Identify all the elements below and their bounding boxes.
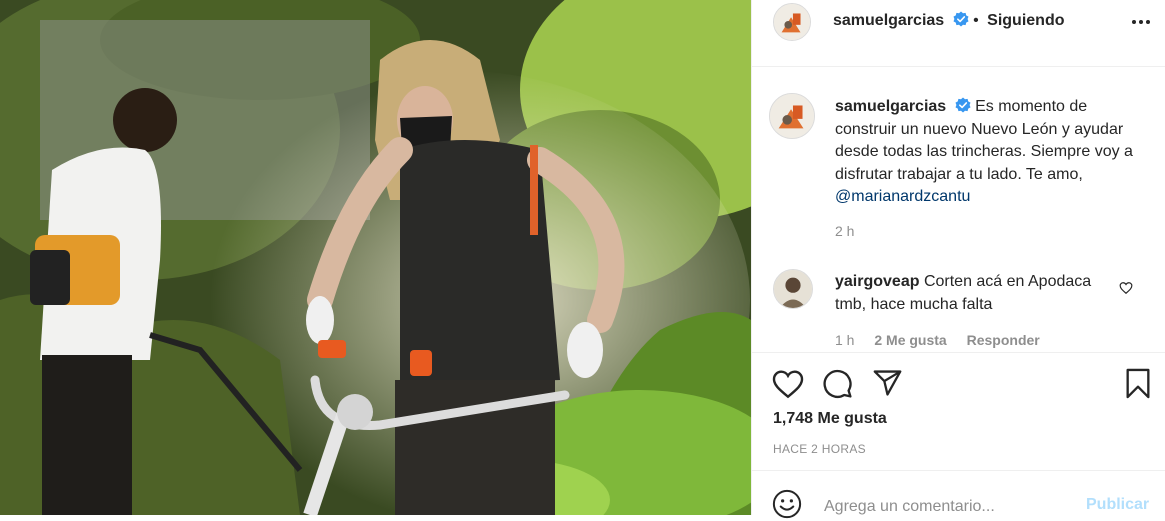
commenter-username-link[interactable]: yairgoveap bbox=[835, 273, 919, 290]
share-icon[interactable] bbox=[872, 369, 903, 397]
comment-heart-icon[interactable] bbox=[1119, 281, 1133, 295]
commenter-avatar[interactable] bbox=[773, 269, 813, 309]
caption-timestamp[interactable]: 2 h bbox=[835, 223, 854, 239]
avatar-image bbox=[774, 4, 810, 40]
following-button[interactable]: Siguiendo bbox=[987, 12, 1064, 29]
photo-scene bbox=[0, 0, 751, 515]
post-timestamp[interactable]: HACE 2 HORAS bbox=[773, 442, 866, 456]
likes-count[interactable]: 1,748 Me gusta bbox=[773, 410, 887, 428]
avatar-image bbox=[774, 270, 812, 308]
more-options-icon[interactable] bbox=[1130, 12, 1152, 32]
header-separator: • bbox=[973, 12, 979, 29]
heart-icon[interactable] bbox=[772, 369, 804, 399]
action-bar: 1,748 Me gusta HACE 2 HORAS bbox=[752, 352, 1165, 470]
reply-button[interactable]: Responder bbox=[967, 332, 1040, 348]
verified-badge-icon bbox=[953, 11, 969, 27]
comment-likes[interactable]: 2 Me gusta bbox=[874, 332, 946, 348]
post-photo[interactable] bbox=[0, 0, 751, 515]
comment-meta: 1 h 2 Me gusta Responder bbox=[835, 332, 1056, 348]
comment-input[interactable] bbox=[822, 493, 1066, 521]
caption-avatar[interactable] bbox=[769, 93, 815, 139]
post-header: samuelgarcias • Siguiendo bbox=[752, 0, 1165, 67]
comment-timestamp[interactable]: 1 h bbox=[835, 332, 854, 348]
post-author: samuelgarcias • Siguiendo bbox=[833, 11, 1064, 30]
verified-badge-icon bbox=[955, 97, 971, 113]
add-comment-bar: Publicar bbox=[752, 470, 1165, 521]
post-caption: samuelgarcias Es momento de construir un… bbox=[835, 96, 1135, 209]
bookmark-icon[interactable] bbox=[1124, 368, 1152, 399]
username-link[interactable]: samuelgarcias bbox=[833, 12, 944, 29]
caption-username-link[interactable]: samuelgarcias bbox=[835, 98, 946, 115]
avatar-image bbox=[770, 94, 814, 138]
comment: yairgoveap Corten acá en Apodaca tmb, ha… bbox=[835, 271, 1115, 316]
comment-icon[interactable] bbox=[822, 368, 853, 399]
avatar[interactable] bbox=[773, 3, 811, 41]
mention-link[interactable]: @marianardzcantu bbox=[835, 188, 970, 205]
publish-button[interactable]: Publicar bbox=[1086, 496, 1149, 514]
post-side-panel: samuelgarcias • Siguiendo samuelgarcias bbox=[751, 0, 1165, 521]
